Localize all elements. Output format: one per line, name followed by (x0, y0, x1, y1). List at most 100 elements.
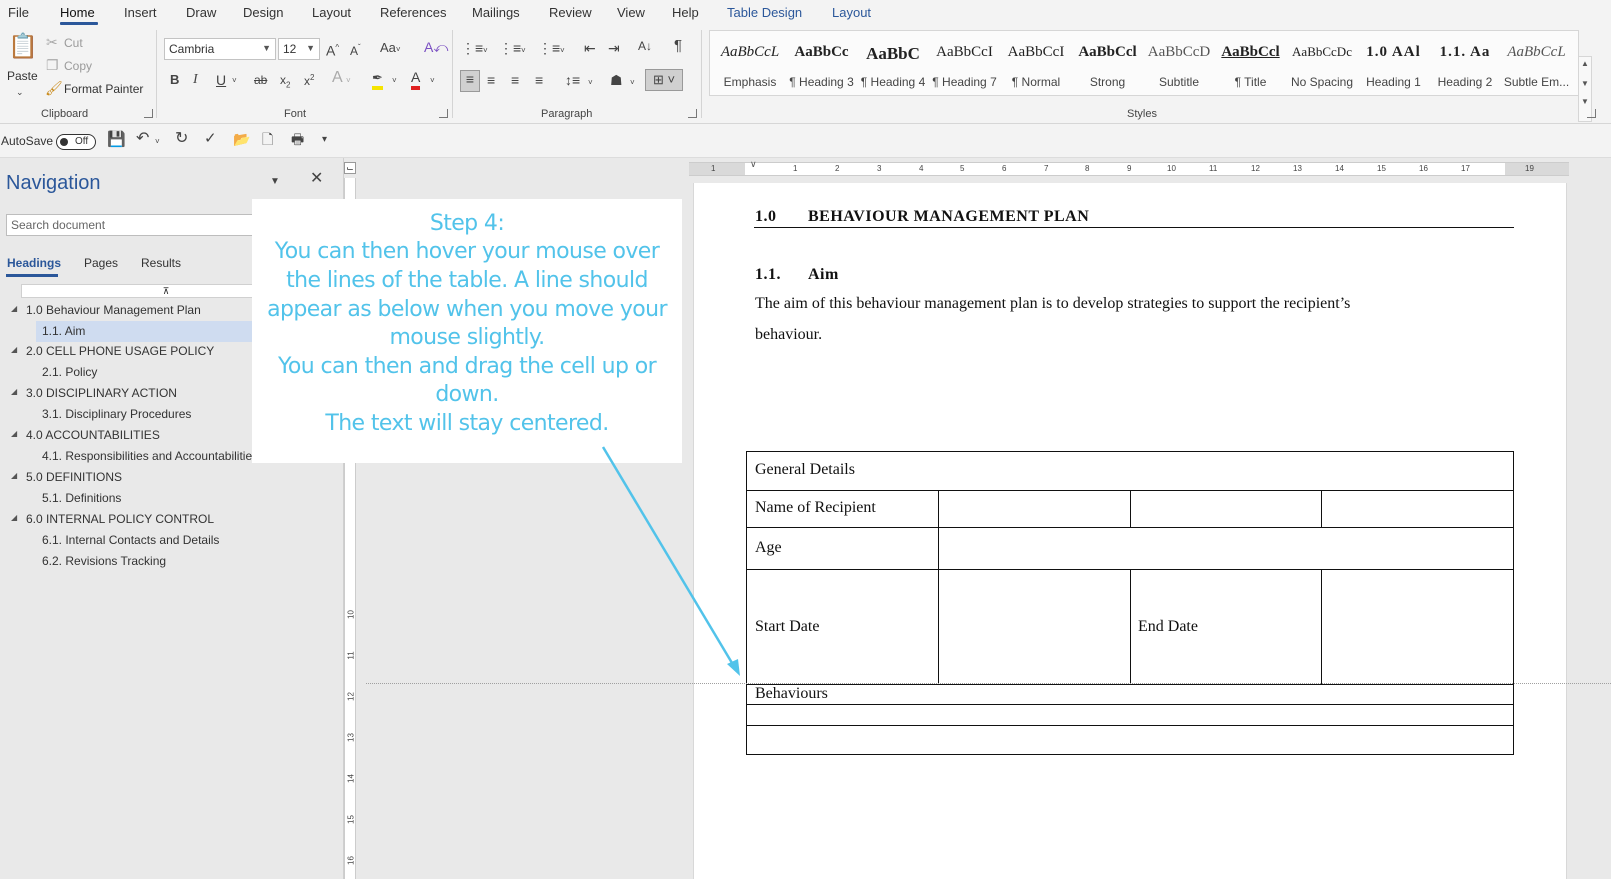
style-item[interactable]: AaBbCcI ¶ Heading 7 (929, 31, 1001, 95)
style-item[interactable]: AaBbCcL Subtle Em... (1501, 31, 1573, 95)
style-item[interactable]: AaBbCc ¶ Heading 3 (786, 31, 858, 95)
new-document-icon[interactable]: 🗋 (262, 131, 273, 147)
font-launcher-icon[interactable] (439, 109, 448, 118)
table-column-border[interactable] (1321, 569, 1322, 684)
bullets-icon[interactable]: ⋮≡ (461, 40, 483, 56)
save-icon[interactable]: 💾 (107, 132, 126, 148)
nav-heading-item[interactable]: ◢ 2.0 CELL PHONE USAGE POLICY (11, 341, 214, 362)
table-cell[interactable]: End Date (1138, 618, 1198, 636)
change-case-icon[interactable]: Aa˅ (380, 40, 401, 58)
line-spacing-icon[interactable]: ↕≡ (565, 72, 580, 88)
tab-pages[interactable]: Pages (84, 256, 118, 270)
tab-view[interactable]: View (617, 5, 645, 20)
paste-dropdown-icon[interactable]: ⌄ (16, 84, 24, 100)
chevron-down-icon[interactable]: ˅ (232, 73, 237, 89)
nav-heading-item[interactable]: ◢ 5.0 DEFINITIONS (11, 467, 122, 488)
chevron-down-icon[interactable]: ˅ (392, 73, 397, 89)
close-icon[interactable]: ✕ (310, 171, 323, 187)
clipboard-launcher-icon[interactable] (144, 109, 153, 118)
tab-selector-icon[interactable]: ⌙ (344, 162, 356, 174)
document-page[interactable]: 1.0 BEHAVIOUR MANAGEMENT PLAN 1.1. Aim T… (693, 183, 1567, 879)
chevron-down-icon[interactable]: ˅ (483, 43, 488, 59)
table-column-border[interactable] (938, 490, 939, 684)
table-column-border[interactable] (1130, 490, 1131, 527)
style-item[interactable]: 1.1. Aa Heading 2 (1429, 31, 1501, 95)
text-effects-icon[interactable]: A (332, 70, 343, 86)
nav-heading-item[interactable]: ◢ 6.0 INTERNAL POLICY CONTROL (11, 509, 214, 530)
style-item[interactable]: AaBbCcl ¶ Title (1215, 31, 1287, 95)
nav-heading-item[interactable]: ◢ 1.0 Behaviour Management Plan (11, 300, 201, 321)
tab-help[interactable]: Help (672, 5, 699, 20)
style-item[interactable]: 1.0 AAl Heading 1 (1358, 31, 1430, 95)
shading-icon[interactable]: ☗ (610, 72, 623, 88)
style-item[interactable]: AaBbCcD Subtitle (1143, 31, 1215, 95)
style-item[interactable]: AaBbCcI ¶ Normal (1000, 31, 1072, 95)
tab-references[interactable]: References (380, 5, 446, 20)
style-item[interactable]: AaBbCcL Emphasis (714, 31, 786, 95)
tab-design[interactable]: Design (243, 5, 283, 20)
tab-file[interactable]: File (8, 5, 29, 20)
chevron-down-icon[interactable]: ˅ (521, 43, 526, 59)
show-marks-icon[interactable]: ¶ (674, 38, 682, 54)
increase-indent-icon[interactable]: ⇥ (608, 40, 620, 56)
chevron-down-icon[interactable]: ▼ (1579, 77, 1591, 91)
collapse-triangle-icon[interactable]: ◢ (11, 429, 17, 438)
table-row-border[interactable] (747, 725, 1513, 726)
decrease-indent-icon[interactable]: ⇤ (584, 40, 596, 56)
style-item[interactable]: AaBbCcl Strong (1072, 31, 1144, 95)
table-cell[interactable]: Start Date (755, 618, 819, 636)
tab-results[interactable]: Results (141, 256, 181, 270)
pane-options-icon[interactable]: ▼ (270, 174, 280, 190)
table-column-border[interactable] (1130, 569, 1131, 684)
align-center-icon[interactable]: ≡ (487, 72, 495, 88)
chevron-down-icon[interactable]: ˅ (430, 73, 435, 89)
multilevel-list-icon[interactable]: ⋮≡ (538, 40, 560, 56)
open-icon[interactable]: 📂 (233, 131, 250, 147)
italic-icon[interactable]: I (193, 72, 198, 88)
collapse-triangle-icon[interactable]: ◢ (11, 471, 17, 480)
table-column-border[interactable] (1321, 490, 1322, 527)
indent-marker-icon[interactable]: ∨ (750, 159, 757, 170)
chevron-down-icon[interactable]: ˅ (155, 134, 160, 150)
superscript-icon[interactable]: x2 (304, 70, 314, 89)
font-family-select[interactable]: Cambria ▼ (164, 38, 276, 60)
chevron-down-icon[interactable]: ˅ (346, 73, 351, 89)
nav-heading-item[interactable]: ◢ 4.0 ACCOUNTABILITIES (11, 425, 160, 446)
paste-icon[interactable]: 📋 (8, 32, 38, 64)
table-row-border[interactable] (747, 527, 1513, 528)
tab-headings[interactable]: Headings (7, 256, 61, 270)
clear-formatting-icon[interactable]: A⤺ (424, 39, 448, 55)
undo-icon[interactable]: ↶ (136, 131, 149, 147)
cut-button[interactable]: Cut (64, 36, 83, 50)
style-item[interactable]: AaBbCcDc No Spacing (1286, 31, 1358, 95)
tab-table-layout[interactable]: Layout (832, 5, 871, 20)
collapse-triangle-icon[interactable]: ◢ (11, 387, 17, 396)
customize-qat-icon[interactable]: ▾ (322, 132, 327, 148)
table-cell[interactable]: Age (755, 539, 782, 557)
nav-heading-item[interactable]: 4.1. Responsibilities and Accountabiliti… (42, 446, 252, 467)
paste-button[interactable]: Paste (7, 69, 38, 83)
table-cell[interactable]: Behaviours (755, 685, 828, 703)
justify-icon[interactable]: ≡ (535, 72, 543, 88)
subscript-icon[interactable]: x2 (280, 72, 290, 93)
bold-icon[interactable]: B (170, 72, 179, 88)
sort-icon[interactable]: A↓ (638, 38, 652, 54)
horizontal-ruler[interactable]: ∨ 1 1 2 3 4 5 6 7 8 9 10 11 12 13 14 15 … (689, 159, 1569, 176)
align-left-icon[interactable]: ≡ (460, 70, 480, 92)
font-size-select[interactable]: 12 ▼ (278, 38, 320, 60)
nav-heading-item[interactable]: 3.1. Disciplinary Procedures (42, 404, 191, 425)
table-row-border[interactable] (747, 704, 1513, 705)
shrink-font-icon[interactable]: Aˇ (350, 40, 361, 59)
print-preview-icon[interactable]: 🖶 (291, 131, 304, 147)
tab-insert[interactable]: Insert (124, 5, 157, 20)
strikethrough-icon[interactable]: ab (254, 72, 267, 88)
styles-launcher-icon[interactable] (1587, 109, 1596, 118)
tab-table-design[interactable]: Table Design (727, 5, 802, 20)
collapse-triangle-icon[interactable]: ◢ (11, 345, 17, 354)
details-table[interactable]: General Details Name of Recipient Age St… (746, 451, 1514, 755)
table-cell[interactable]: General Details (755, 461, 855, 479)
table-row-border[interactable] (747, 684, 1513, 685)
nav-heading-item[interactable]: 6.1. Internal Contacts and Details (42, 530, 219, 551)
tab-review[interactable]: Review (549, 5, 592, 20)
chevron-down-icon[interactable]: ˅ (560, 43, 565, 59)
